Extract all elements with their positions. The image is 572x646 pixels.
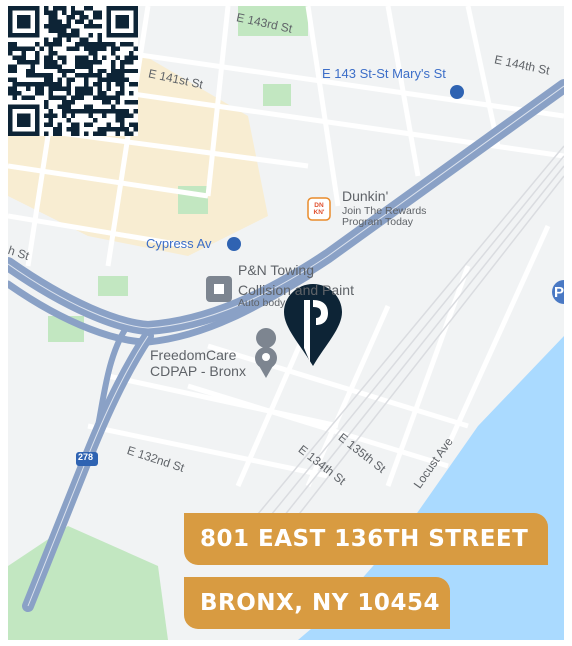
poi-dunkin-name[interactable]: Dunkin' — [342, 189, 388, 203]
poi-dunkin-sub2: Program Today — [342, 216, 414, 228]
address-line1: 801 EAST 136TH STREET — [200, 526, 529, 552]
address-line2-banner: BRONX, NY 10454 — [184, 577, 450, 629]
poi-pn-line1[interactable]: P&N Towing — [238, 263, 314, 277]
parking-icon[interactable]: P — [554, 284, 564, 301]
location-pin-icon[interactable] — [282, 282, 344, 368]
map-view[interactable]: E 143rd St E 141st St E 144th St St h St… — [8, 6, 564, 640]
route-shield-label: 278 — [78, 452, 94, 462]
poi-freedom-line1[interactable]: FreedomCare — [150, 348, 236, 362]
address-line1-banner: 801 EAST 136TH STREET — [184, 513, 548, 565]
dunkin-logo: DN KN' — [313, 202, 325, 216]
transit-label-st-marys[interactable]: E 143 St-St Mary's St — [322, 66, 446, 81]
map-card: E 143rd St E 141st St E 144th St St h St… — [0, 0, 572, 646]
transit-label-cypress[interactable]: Cypress Av — [146, 236, 212, 251]
address-line2: BRONX, NY 10454 — [200, 590, 440, 616]
poi-freedom-line2: CDPAP - Bronx — [150, 363, 246, 379]
poi-pn-line3: Auto body — [238, 297, 286, 309]
qr-code[interactable] — [8, 6, 138, 136]
